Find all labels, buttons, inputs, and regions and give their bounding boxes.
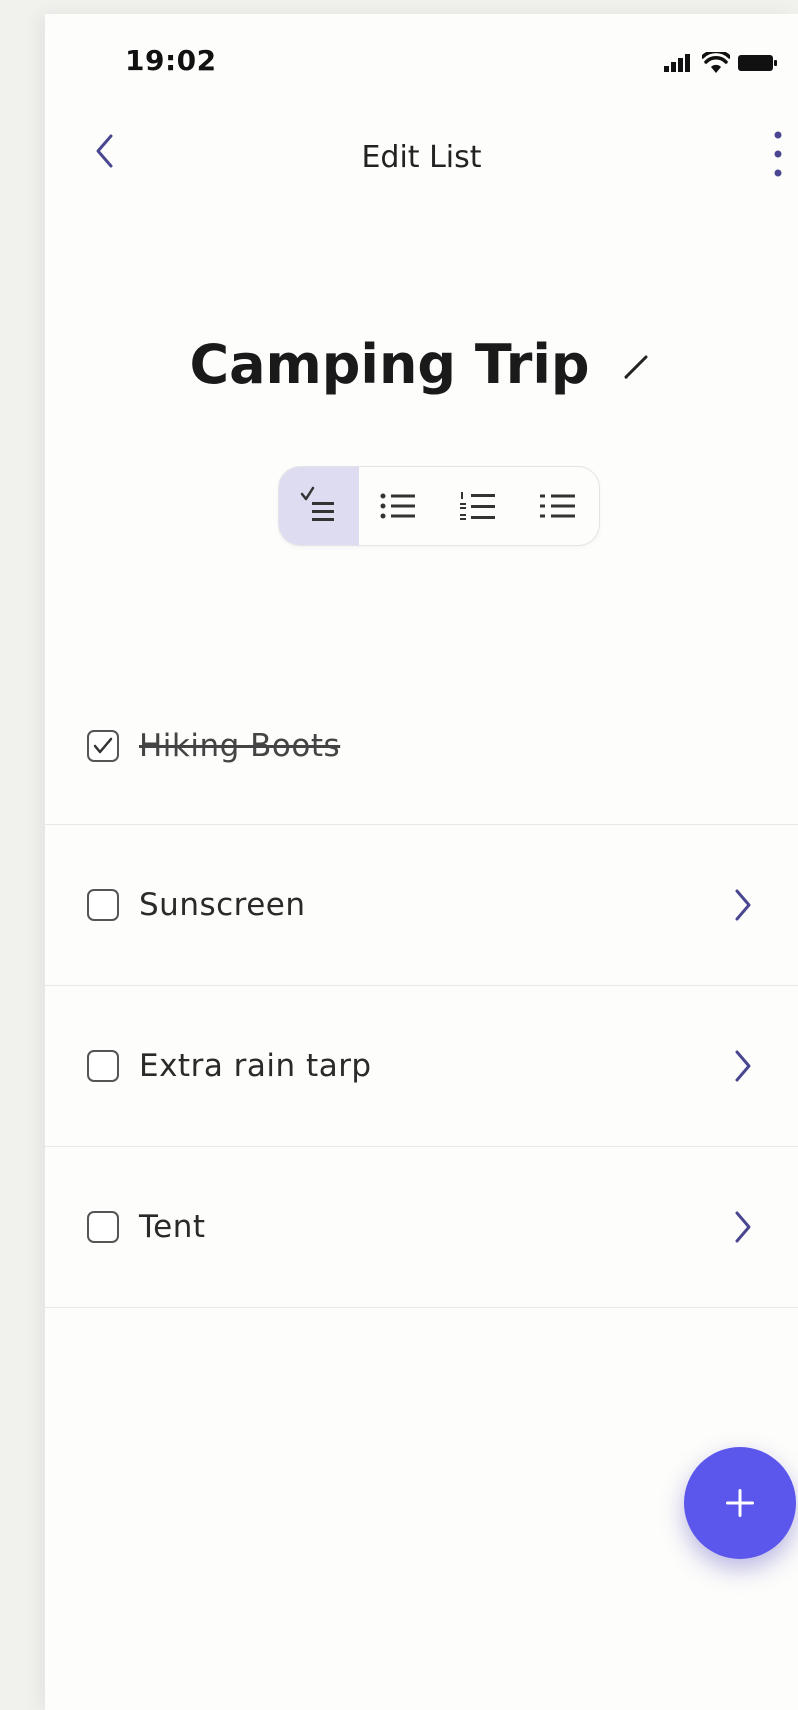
- item-label: Sunscreen: [139, 887, 306, 923]
- more-vertical-icon: [774, 131, 782, 177]
- bulleted-list-icon: [380, 493, 415, 519]
- numbered-list-icon: [460, 492, 495, 520]
- more-options-button[interactable]: [758, 124, 798, 184]
- plain-mode-button[interactable]: [519, 467, 599, 545]
- item-checkbox[interactable]: [87, 889, 119, 921]
- pencil-icon: [624, 355, 648, 379]
- chevron-right-icon: [728, 885, 758, 925]
- nav-title: Edit List: [361, 140, 482, 175]
- bulleted-mode-button[interactable]: [359, 467, 439, 545]
- edit-title-button[interactable]: [618, 349, 654, 385]
- plain-list-icon: [540, 494, 575, 518]
- item-checkbox[interactable]: [87, 1050, 119, 1082]
- list-style-selector: [278, 466, 600, 546]
- chevron-right-icon: [728, 1046, 758, 1086]
- list-title-row: Camping Trip: [45, 324, 798, 404]
- checklist-icon: [300, 486, 334, 521]
- list-item[interactable]: Hiking Boots: [45, 664, 798, 825]
- checkmark-icon: [93, 737, 113, 754]
- item-label: Tent: [139, 1209, 206, 1245]
- numbered-mode-button[interactable]: [439, 467, 519, 545]
- list-item[interactable]: Tent: [45, 1147, 798, 1308]
- battery-icon: [738, 54, 778, 76]
- add-item-button[interactable]: [684, 1447, 796, 1559]
- phone-screen: 19:02 Edit List Camping Trip Hiking Boot…: [45, 14, 798, 1710]
- chevron-right-icon: [728, 1207, 758, 1247]
- item-checkbox[interactable]: [87, 1211, 119, 1243]
- status-icons: [664, 49, 778, 78]
- item-label: Hiking Boots: [139, 728, 341, 764]
- wifi-icon: [700, 49, 732, 78]
- item-label: Extra rain tarp: [139, 1048, 372, 1084]
- plus-icon: [726, 1489, 754, 1517]
- status-bar: 19:02: [45, 14, 798, 104]
- list-item[interactable]: Extra rain tarp: [45, 986, 798, 1147]
- item-list: Hiking Boots Sunscreen Extra rain tarp T…: [45, 664, 798, 1308]
- status-time: 19:02: [125, 44, 217, 77]
- item-checkbox[interactable]: [87, 730, 119, 762]
- signal-icon: [664, 54, 694, 76]
- list-title: Camping Trip: [189, 332, 590, 396]
- checklist-mode-button[interactable]: [279, 467, 359, 545]
- list-item[interactable]: Sunscreen: [45, 825, 798, 986]
- nav-bar: Edit List: [45, 114, 798, 194]
